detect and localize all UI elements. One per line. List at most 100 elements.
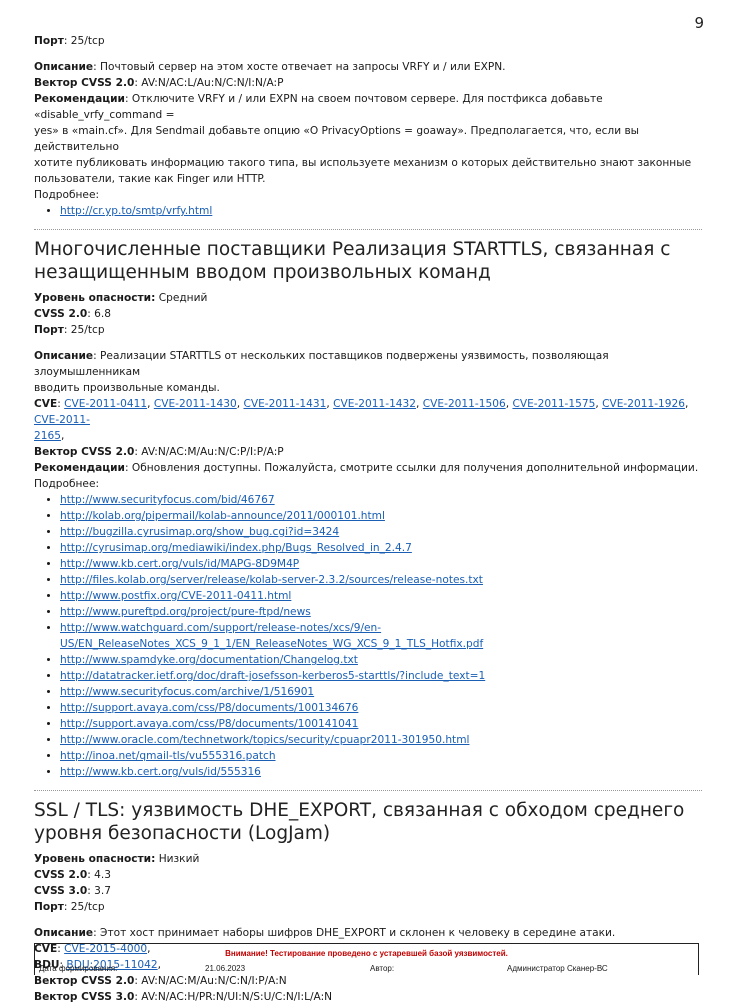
reference-item: http://www.pureftpd.org/project/pure-ftp… [60,604,702,620]
reference-link[interactable]: http://www.watchguard.com/support/releas… [60,622,483,650]
vector-text: : AV:N/AC:L/Au:N/C:N/I:N/A:P [134,77,284,89]
vector-text: : AV:N/AC:M/Au:N/C:P/I:P/A:P [134,446,284,458]
cvss2-line: CVSS 2.0: 4.3 [34,867,702,883]
reference-link[interactable]: http://support.avaya.com/css/P8/document… [60,718,358,730]
port-line: Порт: 25/tcp [34,33,702,49]
port-label: Порт [34,901,64,913]
reference-item: http://cr.yp.to/smtp/vrfy.html [60,203,702,219]
report-footer: Внимание! Тестирование проведено с устар… [34,943,699,975]
description-line: Описание: Этот хост принимает наборы шиф… [34,925,702,941]
vector-label: Вектор CVSS 2.0 [34,446,135,458]
reference-link[interactable]: http://www.securityfocus.com/bid/46767 [60,494,275,506]
reference-link[interactable]: http://cyrusimap.org/mediawiki/index.php… [60,542,412,554]
cve-link[interactable]: CVE-2011-1926 [602,398,685,410]
cve-link[interactable]: CVE-2011-1430 [154,398,237,410]
reference-link[interactable]: http://www.spamdyke.org/documentation/Ch… [60,654,358,666]
reference-link[interactable]: http://www.postfix.org/CVE-2011-0411.htm… [60,590,291,602]
cve-line: 2165, [34,430,65,442]
reference-link[interactable]: http://www.kb.cert.org/vuls/id/MAPG-8D9M… [60,558,299,570]
reference-link[interactable]: http://files.kolab.org/server/release/ko… [60,574,483,586]
cve-line: CVE: CVE-2011-0411, CVE-2011-1430, CVE-2… [34,398,689,426]
reference-item: http://support.avaya.com/css/P8/document… [60,700,702,716]
port-value: : 25/tcp [63,324,105,336]
description-text: : Реализации STARTTLS от нескольких пост… [34,350,609,378]
description-line: Описание: Реализации STARTTLS от несколь… [34,348,702,380]
cve-link[interactable]: CVE-2011-1506 [423,398,506,410]
reference-item: http://www.postfix.org/CVE-2011-0411.htm… [60,588,702,604]
recommendation-line: Рекомендации: Обновления доступны. Пожал… [34,460,702,476]
reference-item: http://kolab.org/pipermail/kolab-announc… [60,508,702,524]
vector2-text: : AV:N/AC:M/Au:N/C:N/I:P/A:N [134,975,287,987]
reference-link[interactable]: http://www.oracle.com/technetwork/topics… [60,734,469,746]
reference-list: http://cr.yp.to/smtp/vrfy.html [34,203,702,219]
cve-link[interactable]: CVE-2011- [34,414,90,426]
cve-link[interactable]: CVE-2011-0411 [64,398,147,410]
cvss3-label: CVSS 3.0 [34,885,88,897]
description-label: Описание [34,350,94,362]
reference-link[interactable]: http://datatracker.ietf.org/doc/draft-jo… [60,670,485,682]
reference-link[interactable]: http://www.securityfocus.com/archive/1/5… [60,686,314,698]
recommendation-line: хотите публиковать информацию такого тип… [34,157,692,169]
reference-item: http://support.avaya.com/css/P8/document… [60,716,702,732]
severity-label: Уровень опасности: [34,853,156,865]
vector-line: Вектор CVSS 2.0: AV:N/AC:L/Au:N/C:N/I:N/… [34,75,702,91]
cvss3-value: : 3.7 [87,885,112,897]
severity-line: Уровень опасности: Средний [34,290,702,306]
vector3-label: Вектор CVSS 3.0 [34,991,135,1003]
reference-item: http://www.kb.cert.org/vuls/id/555316 [60,764,702,780]
cvss2-value: : 6.8 [87,308,112,320]
reference-link[interactable]: http://inoa.net/qmail-tls/vu555316.patch [60,750,276,762]
reference-item: http://www.securityfocus.com/bid/46767 [60,492,702,508]
vector-line: Вектор CVSS 2.0: AV:N/AC:M/Au:N/C:P/I:P/… [34,444,702,460]
cve-link[interactable]: 2165 [34,430,61,442]
link-line: http://www.watchguard.com/support/releas… [60,622,382,634]
reference-item: http://bugzilla.cyrusimap.org/show_bug.c… [60,524,702,540]
description-label: Описание [34,927,94,939]
cvss3-line: CVSS 3.0: 3.7 [34,883,702,899]
page-number: 9 [694,14,704,32]
description-text: : Почтовый сервер на этом хосте отвечает… [93,61,506,73]
vector-label: Вектор CVSS 2.0 [34,77,135,89]
reference-link[interactable]: http://www.pureftpd.org/project/pure-ftp… [60,606,311,618]
section-title-logjam: SSL / TLS: уязвимость DHE_EXPORT, связан… [34,799,702,845]
cvss2-label: CVSS 2.0 [34,308,88,320]
cve-label: CVE [34,398,58,410]
recommendation-line: Рекомендации: Отключите VRFY и / или EXP… [34,91,702,123]
link-line: US/EN_ReleaseNotes_XCS_9_1_1/EN_ReleaseN… [60,638,484,650]
cvss2-line: CVSS 2.0: 6.8 [34,306,702,322]
more-label: Подробнее: [34,478,100,490]
report-content: Порт: 25/tcp Описание: Почтовый сервер н… [34,33,702,1005]
cvss2-label: CVSS 2.0 [34,869,88,881]
cve-link[interactable]: CVE-2011-1575 [512,398,595,410]
cve-link[interactable]: CVE-2011-1431 [243,398,326,410]
reference-link[interactable]: http://bugzilla.cyrusimap.org/show_bug.c… [60,526,339,538]
severity-value: Средний [155,292,208,304]
outdated-database-warning: Внимание! Тестирование проведено с устар… [225,949,508,958]
reference-item: http://cyrusimap.org/mediawiki/index.php… [60,540,702,556]
section-title-starttls: Многочисленные поставщики Реализация STA… [34,238,702,284]
port-value: : 25/tcp [63,901,105,913]
vector3-text: : AV:N/AC:H/PR:N/UI:N/S:U/C:N/I:L/A:N [134,991,333,1003]
severity-line: Уровень опасности: Низкий [34,851,702,867]
reference-item: http://files.kolab.org/server/release/ko… [60,572,702,588]
reference-link[interactable]: http://www.kb.cert.org/vuls/id/555316 [60,766,261,778]
cve-link[interactable]: CVE-2011-1432 [333,398,416,410]
port-value: : 25/tcp [63,35,105,47]
recommendation-line: yes» в «main.cf». Для Sendmail добавьте … [34,125,640,153]
recommendation-label: Рекомендации [34,93,125,105]
reference-list: http://www.securityfocus.com/bid/46767 h… [34,492,702,780]
reference-item: http://www.kb.cert.org/vuls/id/MAPG-8D9M… [60,556,702,572]
more-label: Подробнее: [34,189,100,201]
reference-item: http://inoa.net/qmail-tls/vu555316.patch [60,748,702,764]
description-line: вводить произвольные команды. [34,382,220,394]
reference-link[interactable]: http://cr.yp.to/smtp/vrfy.html [60,205,212,217]
vector2-label: Вектор CVSS 2.0 [34,975,135,987]
port-label: Порт [34,324,64,336]
severity-label: Уровень опасности: [34,292,156,304]
reference-link[interactable]: http://support.avaya.com/css/P8/document… [60,702,358,714]
reference-link[interactable]: http://kolab.org/pipermail/kolab-announc… [60,510,385,522]
vector3-line: Вектор CVSS 3.0: AV:N/AC:H/PR:N/UI:N/S:U… [34,989,702,1005]
section-divider [34,790,702,791]
port-line: Порт: 25/tcp [34,899,702,915]
title-line: SSL / TLS: уязвимость DHE_EXPORT, связан… [34,800,685,821]
